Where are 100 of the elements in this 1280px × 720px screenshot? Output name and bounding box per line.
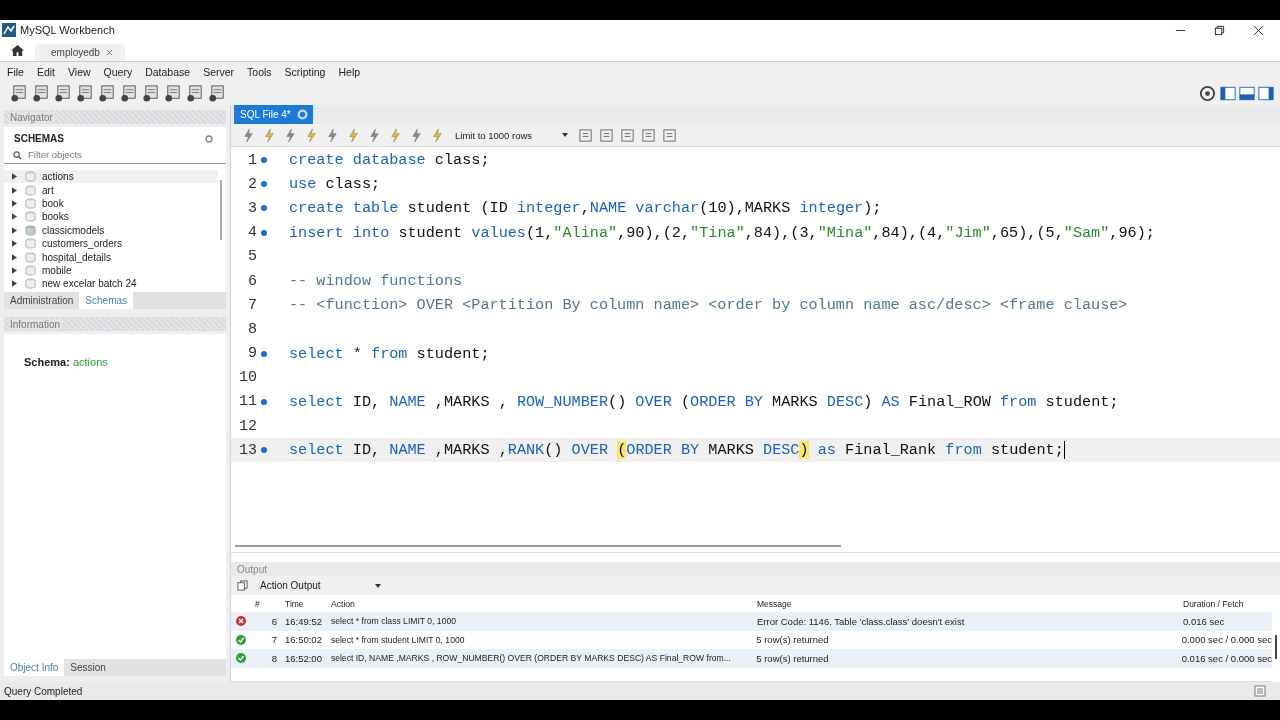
line-number: 7	[247, 296, 257, 314]
table-cell-text: 16:50:02	[283, 634, 323, 646]
home-icon[interactable]	[10, 44, 25, 57]
panel-tab[interactable]: Administration	[4, 292, 80, 309]
error-icon	[236, 616, 246, 627]
copy-icon[interactable]	[237, 580, 248, 591]
editor-tab[interactable]: SQL File 4*	[234, 105, 313, 124]
database-icon	[25, 251, 36, 263]
menu-item[interactable]: Help	[338, 65, 361, 78]
toolbar-icon[interactable]	[186, 83, 205, 103]
panel-toggle-icon[interactable]	[1254, 685, 1266, 697]
database-icon	[25, 278, 36, 290]
status-text: Query Completed	[4, 685, 83, 697]
toolbar-icon[interactable]	[54, 83, 73, 103]
code-line: insert into student values(1,"Alina",90),(2,"Tina",84),(3,"Mina",84),(4,"Jim",65),(5,"Sam",96);	[289, 223, 1155, 242]
info-label: Schema:	[24, 356, 70, 368]
toolbar-icon[interactable]	[32, 83, 51, 103]
column-header[interactable]: #	[251, 598, 281, 609]
schema-item[interactable]: books	[4, 210, 218, 224]
menu-item[interactable]: Server	[203, 65, 235, 78]
toolbar-icon[interactable]	[76, 83, 95, 103]
scrollbar-thumb[interactable]	[1275, 635, 1277, 659]
code-line: -- window functions	[289, 272, 463, 291]
line-number: 1	[247, 151, 257, 169]
database-icon	[25, 238, 36, 250]
table-cell-text: 5 row(s) returned	[755, 652, 830, 664]
schema-item[interactable]: new excelar batch 24	[4, 277, 218, 291]
schema-name: actions	[72, 356, 108, 368]
scrollbar-thumb[interactable]	[235, 545, 841, 547]
line-number: 6	[247, 272, 257, 290]
database-icon	[25, 184, 36, 196]
table-cell-text: select * from class LIMIT 0, 1000	[330, 616, 457, 627]
table-cell-text: Error Code: 1146. Table 'class.class' doesn't exist	[756, 615, 966, 627]
code-line: create table student (ID integer,NAME varchar(10),MARKS integer);	[289, 199, 882, 218]
column-header[interactable]: Duration / Fetch	[1177, 598, 1272, 609]
scrollbar-thumb[interactable]	[220, 180, 222, 240]
menu-item[interactable]: Scripting	[284, 65, 326, 78]
panel-tab[interactable]: Object Info	[4, 659, 65, 676]
code-line: use class;	[289, 175, 381, 194]
line-number: 9	[247, 345, 257, 363]
line-number: 11	[238, 393, 257, 411]
toolbar-icon[interactable]	[142, 83, 161, 103]
schema-item[interactable]: mobile	[4, 263, 218, 278]
layout-toggle-icon[interactable]	[1220, 85, 1236, 101]
code-line: select ID, NAME ,MARKS ,RANK() OVER (ORDER BY MARKS DESC) as Final_Rank from student;	[289, 441, 1065, 460]
schema-item[interactable]: customers_orders	[4, 236, 218, 251]
restore-icon[interactable]	[1214, 24, 1225, 36]
column-header[interactable]: Message	[751, 598, 1177, 609]
database-icon	[25, 264, 36, 276]
menu-item[interactable]: View	[68, 65, 91, 78]
code-line: -- <function> OVER <Partition By column name> <order by column name asc/desc> <frame clause>	[289, 296, 1128, 315]
table-cell-text: 6	[270, 615, 278, 627]
layout-toggle-icon[interactable]	[1258, 85, 1274, 101]
table-cell-text: 0.000 sec / 0.000 sec	[1180, 634, 1272, 646]
section-title: SCHEMAS	[14, 133, 64, 144]
column-header[interactable]: Action	[325, 598, 751, 609]
database-icon	[25, 171, 36, 183]
line-number: 5	[247, 248, 257, 266]
table-cell-text: select ID, NAME ,MARKS , ROW_NUMBER() OVER (ORDER BY MARKS DESC) AS Final_ROW from...	[329, 653, 732, 664]
row-limit-dropdown[interactable]: Limit to 1000 rows	[451, 129, 573, 141]
code-line: create database class;	[289, 151, 490, 170]
schema-item[interactable]: actions	[4, 170, 218, 184]
line-number: 8	[247, 320, 257, 338]
line-number: 4	[247, 224, 257, 242]
toolbar-icon[interactable]	[98, 83, 117, 103]
panel-title: Navigator	[10, 111, 55, 123]
table-cell-text: 0.016 sec / 0.000 sec	[1180, 652, 1272, 664]
table-cell-text: select * from student LIMIT 0, 1000	[329, 634, 466, 645]
connection-tab[interactable]: employedb	[35, 44, 125, 61]
settings-icon[interactable]	[1198, 83, 1217, 103]
dropdown-caret-icon	[374, 583, 381, 588]
database-icon	[25, 197, 36, 209]
table-cell-text: 7	[270, 634, 278, 646]
schema-item[interactable]: art	[4, 183, 218, 197]
toolbar-icon[interactable]	[120, 83, 139, 103]
table-cell-text: 16:49:52	[284, 615, 323, 627]
panel-tab[interactable]: Session	[64, 659, 112, 676]
layout-toggle-icon[interactable]	[1239, 85, 1255, 101]
toolbar-icon[interactable]	[164, 83, 183, 103]
menu-item[interactable]: Database	[145, 65, 191, 78]
filter-field[interactable]: Filter objects	[4, 146, 226, 164]
menu-item[interactable]: File	[7, 65, 24, 78]
panel-title: Information	[10, 318, 63, 330]
panel-tab[interactable]: Schemas	[79, 292, 134, 309]
toolbar-icon[interactable]	[208, 83, 227, 103]
toolbar-icon[interactable]	[10, 83, 29, 103]
database-icon	[25, 211, 36, 223]
schema-item[interactable]: classicmodels	[4, 223, 218, 237]
menu-item[interactable]: Edit	[36, 65, 55, 78]
schema-item[interactable]: hospital_details	[4, 250, 218, 264]
column-header[interactable]: Time	[281, 598, 325, 609]
window-title: MySQL Workbench	[20, 24, 115, 36]
panel-title: Output	[237, 563, 268, 575]
table-cell-text: 5 row(s) returned	[755, 634, 830, 646]
line-number: 12	[238, 417, 257, 435]
output-mode-dropdown[interactable]: Action Output	[260, 580, 381, 591]
schema-item[interactable]: book	[4, 196, 218, 211]
database-icon	[25, 224, 36, 236]
menu-item[interactable]: Query	[103, 65, 133, 78]
menu-item[interactable]: Tools	[247, 65, 272, 78]
